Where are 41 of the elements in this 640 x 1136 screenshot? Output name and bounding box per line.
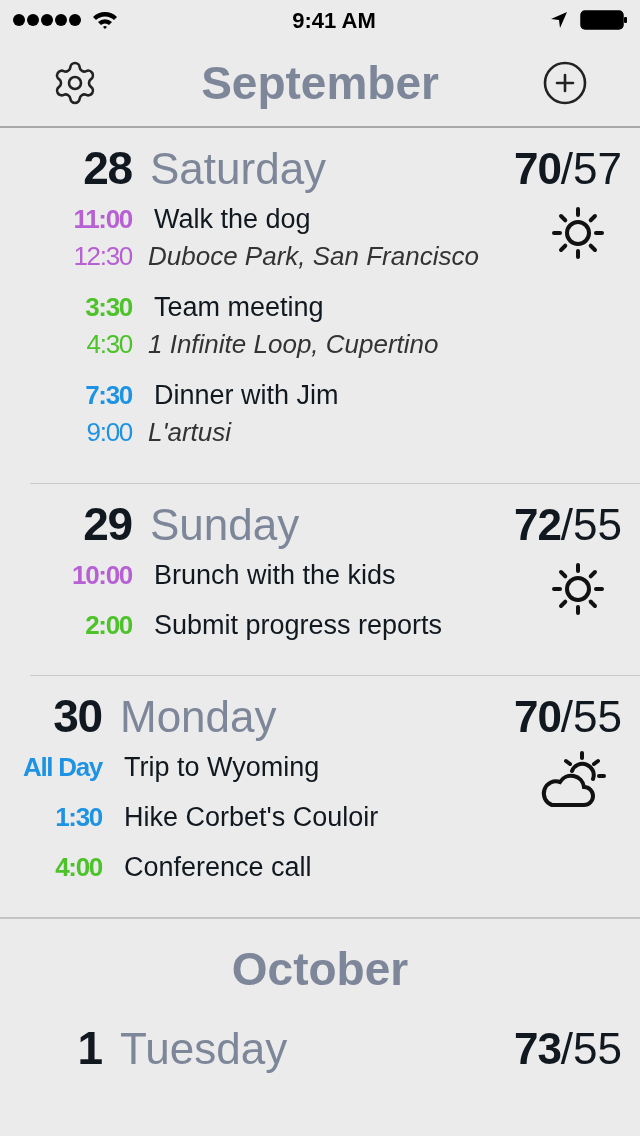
event-start-time: 4:00 — [55, 851, 102, 884]
day-number: 30 — [52, 689, 102, 744]
status-time: 9:41 AM — [291, 6, 377, 35]
event-title: Hike Corbet's Couloir — [124, 801, 379, 834]
signal-icon — [12, 13, 84, 27]
temperature: 70/55 — [514, 691, 622, 743]
event-title: Walk the dog — [154, 203, 311, 236]
weekday: Sunday — [150, 499, 300, 551]
event-title: Conference call — [124, 851, 312, 884]
event-start-time: 1:30 — [55, 801, 102, 834]
event-location: Duboce Park, San Francisco — [148, 240, 479, 273]
temperature: 72/55 — [514, 499, 622, 551]
location-arrow-icon — [550, 11, 568, 29]
event-title: Dinner with Jim — [154, 379, 339, 412]
event-start-time: 2:00 — [85, 609, 132, 642]
event-start-time: 7:30 — [85, 379, 132, 412]
battery-icon — [580, 10, 628, 30]
event-title: Team meeting — [154, 291, 324, 324]
event-location: 1 Infinite Loop, Cupertino — [148, 328, 439, 361]
weekday: Saturday — [150, 143, 327, 195]
event-end-time: 9:00 — [85, 416, 132, 449]
event-end-time: 4:30 — [85, 328, 132, 361]
event-location: L'artusi — [148, 416, 231, 449]
day-number: 29 — [82, 497, 132, 552]
event-start-time: 10:00 — [72, 559, 132, 592]
wifi-icon — [92, 10, 118, 30]
month-heading: October — [231, 942, 409, 997]
event-start-time: All Day — [22, 751, 102, 784]
month-title: September — [200, 55, 440, 111]
temperature: 73/55 — [514, 1023, 622, 1075]
day-number: 28 — [82, 141, 132, 196]
event-start-time: 3:30 — [85, 291, 132, 324]
weekday: Tuesday — [120, 1023, 288, 1075]
event-title: Submit progress reports — [154, 609, 443, 642]
temperature: 70/57 — [514, 143, 622, 195]
event-title: Trip to Wyoming — [124, 751, 320, 784]
event-title: Brunch with the kids — [154, 559, 396, 592]
event-start-time: 11:00 — [73, 203, 132, 236]
event-end-time: 12:30 — [72, 240, 132, 273]
weekday: Monday — [120, 691, 277, 743]
day-number: 1 — [76, 1021, 102, 1076]
